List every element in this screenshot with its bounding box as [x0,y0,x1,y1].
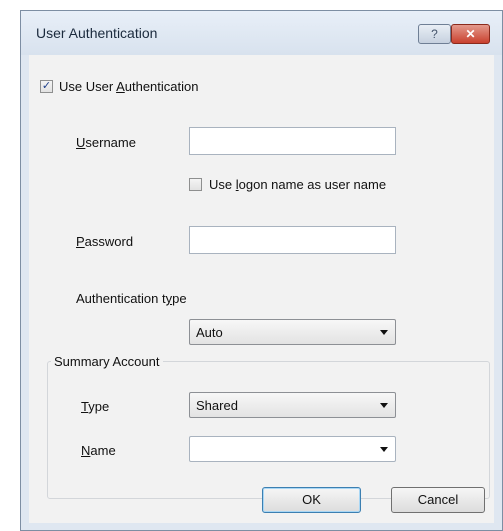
use-user-authentication-checkbox[interactable]: ✓ [40,80,53,93]
password-field[interactable] [189,226,396,254]
dialog-body: ✓ Use User Authentication Username Use l… [29,55,494,523]
account-type-dropdown[interactable]: Shared [189,392,396,418]
close-icon: ✕ [465,27,476,41]
authentication-type-value: Auto [196,325,223,340]
chevron-down-icon [380,403,388,408]
type-label: Type [81,399,110,414]
name-label: Name [81,443,116,458]
account-type-value: Shared [196,398,238,413]
use-logon-name-label: Use logon name as user name [209,177,387,192]
close-button[interactable]: ✕ [451,24,490,44]
authentication-type-label: Authentication type [76,291,187,306]
use-user-authentication-label: Use User Authentication [59,79,199,94]
chevron-down-icon [380,447,388,452]
user-authentication-dialog: User Authentication ? ✕ ✓ Use User Authe… [20,10,503,531]
help-button[interactable]: ? [418,24,451,44]
username-label: Username [76,135,136,150]
chevron-down-icon [380,330,388,335]
password-label: Password [76,234,134,249]
summary-account-group [47,361,490,499]
title-bar: User Authentication ? ✕ [21,11,502,55]
account-name-dropdown[interactable] [189,436,396,462]
use-logon-name-checkbox[interactable] [189,178,202,191]
dialog-title: User Authentication [36,25,158,41]
summary-account-group-label: Summary Account [51,354,163,369]
username-field[interactable] [189,127,396,155]
question-mark-icon: ? [431,27,438,41]
checkmark-icon: ✓ [41,80,52,92]
authentication-type-dropdown[interactable]: Auto [189,319,396,345]
ok-button[interactable]: OK [262,487,361,513]
cancel-button[interactable]: Cancel [391,487,485,513]
